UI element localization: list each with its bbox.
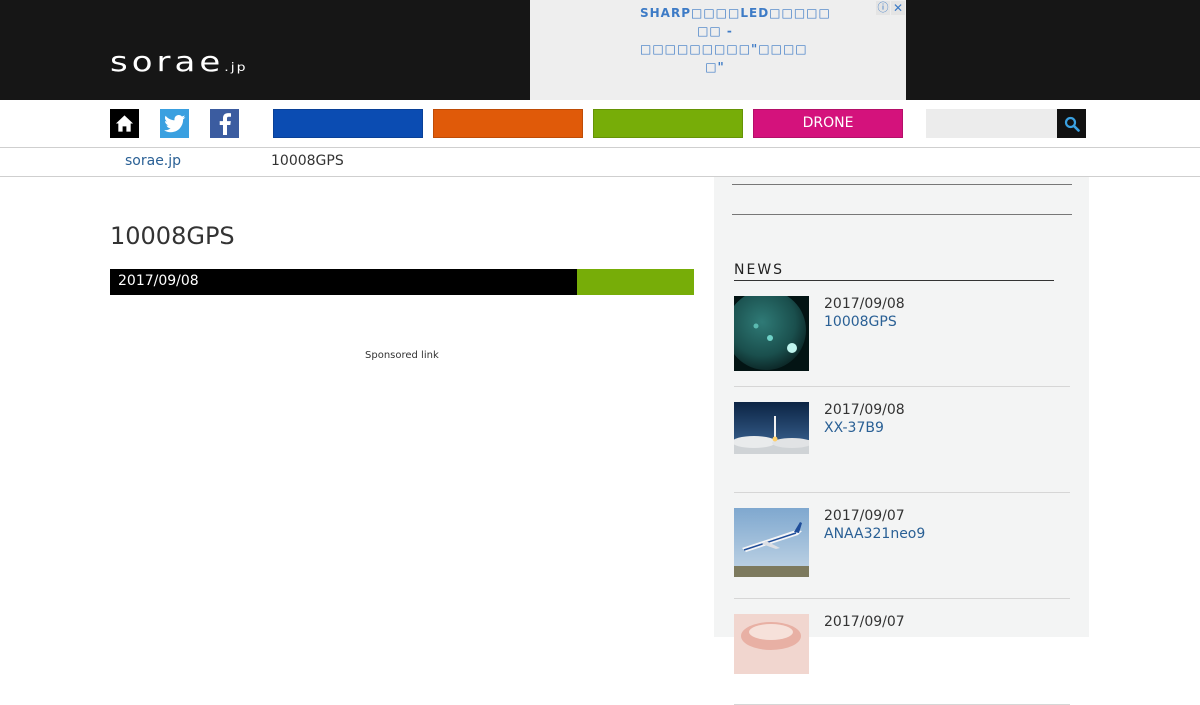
search-input[interactable] [926,109,1057,138]
news-thumbnail-airplane[interactable] [734,508,809,577]
news-date: 2017/09/08 [824,296,905,312]
news-thumbnail-rocket-launch[interactable] [734,402,809,454]
ad-text[interactable]: SHARP□□□□LED□□□□□ □□ - □□□□□□□□□"□□□□ □" [640,4,830,76]
sidebar-divider [732,184,1072,185]
news-item[interactable]: 2017/09/08 10008GPS [734,296,1070,387]
ad-info-icon[interactable]: ⓘ [876,1,890,15]
breadcrumb: sorae.jp 10008GPS [0,148,1200,177]
site-header: sorae.jp SHARP□□□□LED□□□□□ □□ - □□□□□□□□… [0,0,1200,100]
sidebar-divider [732,214,1072,215]
facebook-button[interactable] [210,109,239,138]
page-title: 10008GPS [110,222,235,250]
news-date: 2017/09/07 [824,614,905,630]
news-title-link[interactable]: XX-37B9 [824,420,884,436]
news-heading: NEWS [734,262,785,278]
home-button[interactable] [110,109,139,138]
facebook-icon [219,112,231,135]
news-title-link[interactable]: ANAA321neo9 [824,526,925,542]
home-icon [115,115,134,132]
news-item[interactable]: 2017/09/07 [734,614,1070,705]
news-thumbnail-food[interactable] [734,614,809,674]
news-title-link[interactable]: 10008GPS [824,314,897,330]
logo-suffix: .jp [224,61,248,75]
news-item[interactable]: 2017/09/08 XX-37B9 [734,402,1070,493]
news-date: 2017/09/08 [824,402,905,418]
twitter-button[interactable] [160,109,189,138]
breadcrumb-current: 10008GPS [271,153,344,169]
news-heading-underline [734,280,1054,281]
twitter-icon [163,114,185,132]
article-date: 2017/09/08 [118,273,199,289]
article-category-badge[interactable] [577,269,694,295]
category-tab-drone[interactable]: DRONE [753,109,903,138]
news-thumbnail-sun[interactable] [734,296,809,371]
category-tab-3[interactable] [593,109,743,138]
banner-ad[interactable]: SHARP□□□□LED□□□□□ □□ - □□□□□□□□□"□□□□ □"… [530,0,906,100]
news-item[interactable]: 2017/09/07 ANAA321neo9 [734,508,1070,599]
sponsored-label: Sponsored link [365,350,439,361]
news-date: 2017/09/07 [824,508,905,524]
article-meta-bar: 2017/09/08 [110,269,694,295]
main-nav: DRONE [0,100,1200,148]
category-tab-2[interactable] [433,109,583,138]
search-button[interactable] [1057,109,1086,138]
ad-close-icon[interactable]: ✕ [891,1,905,15]
sidebar: NEWS 2017/09/08 10008GPS 2017/09/08 XX-3… [714,177,1089,705]
logo-main: sorae [110,45,225,79]
breadcrumb-home-link[interactable]: sorae.jp [125,153,181,169]
category-tab-1[interactable] [273,109,423,138]
site-logo[interactable]: sorae.jp [110,48,247,76]
search-icon [1064,116,1080,132]
